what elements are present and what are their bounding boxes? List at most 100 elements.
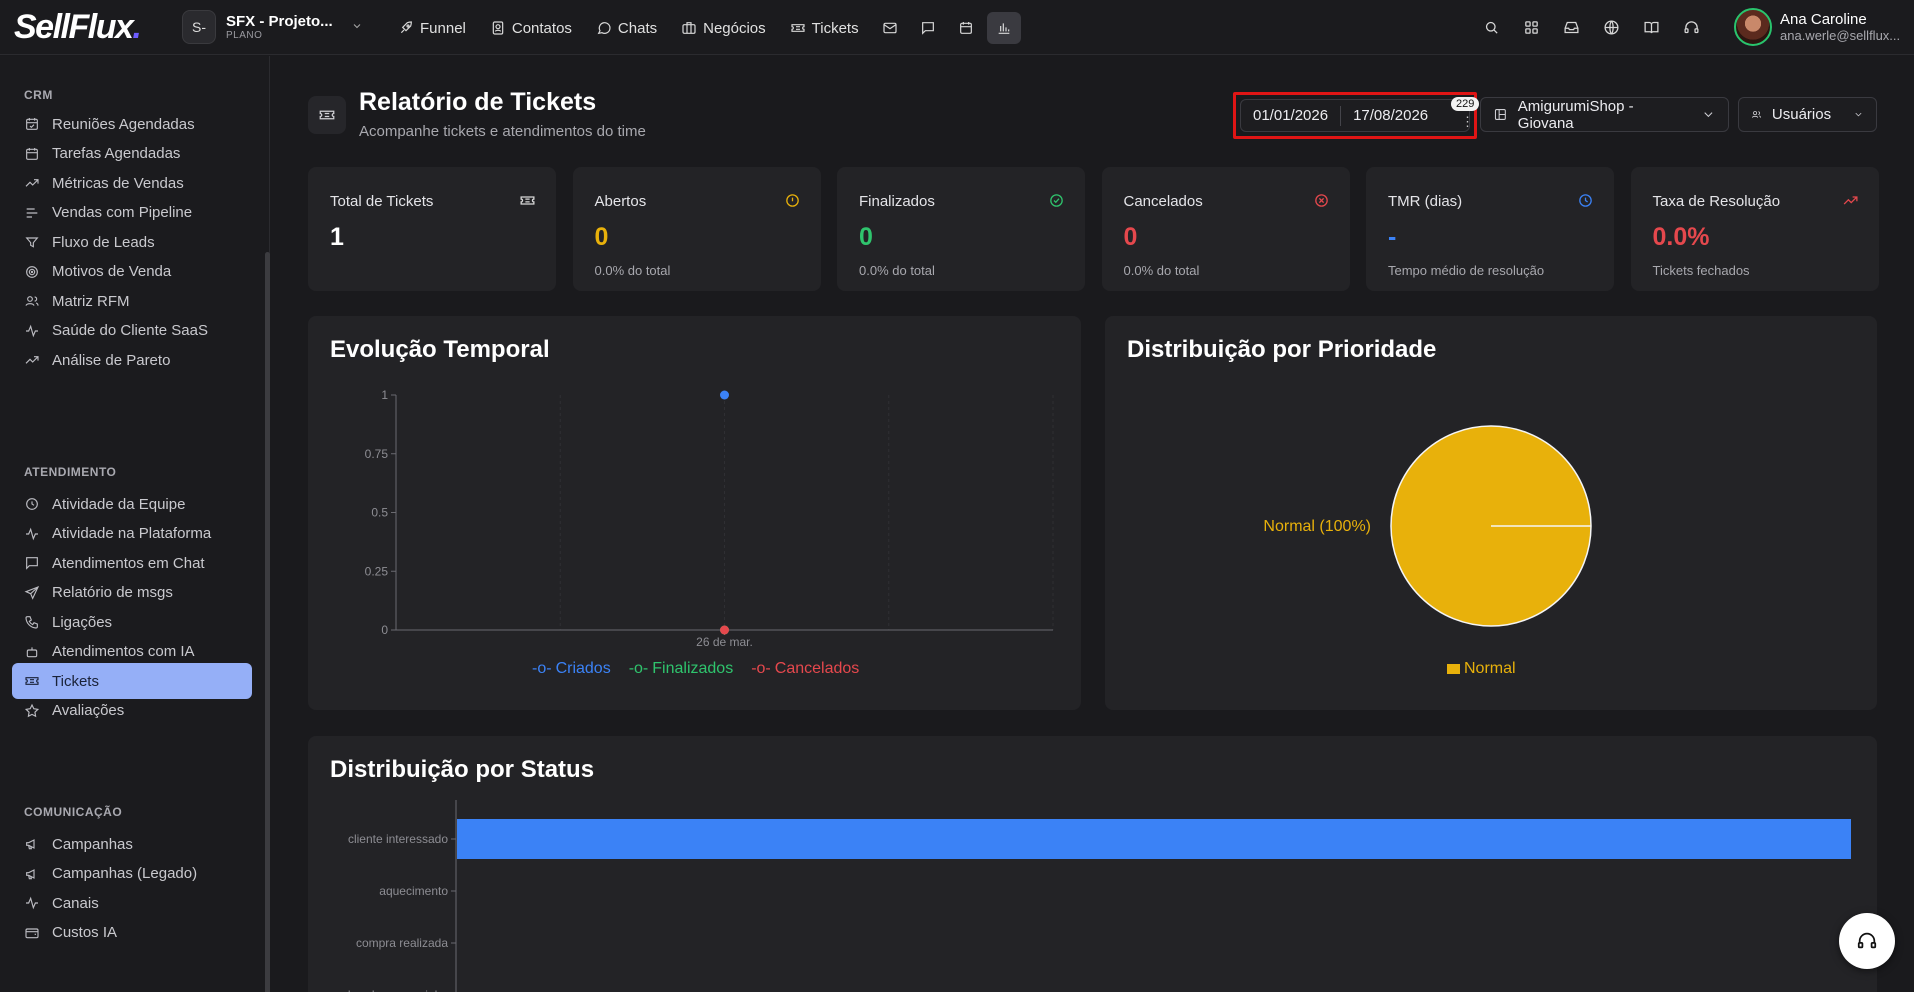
message-square-icon xyxy=(921,22,934,35)
category-label: abandonou carrinho xyxy=(341,988,448,992)
y-tick-label: 0.5 xyxy=(371,506,388,520)
star-icon xyxy=(24,703,40,717)
message-square-icon xyxy=(26,557,38,570)
activity-icon xyxy=(26,527,38,540)
ticket-icon xyxy=(319,110,335,120)
date-range-picker[interactable]: 01/01/2026 17/08/2026 229 ⋮ xyxy=(1240,97,1480,132)
bot-icon xyxy=(26,646,38,657)
stat-card-note: Tickets fechados xyxy=(1652,263,1750,278)
users-select-value: Usuários xyxy=(1771,106,1832,123)
sidebar-section-crm: CRM xyxy=(24,88,53,102)
sidebar-item-avaliacoes[interactable]: Avaliações xyxy=(12,693,252,729)
nav-email[interactable] xyxy=(873,12,907,44)
legend-finalizados[interactable]: -o- Finalizados xyxy=(629,660,734,678)
date-start[interactable]: 01/01/2026 xyxy=(1241,107,1340,124)
date-end[interactable]: 17/08/2026 xyxy=(1341,107,1440,124)
nav-negocios-label: Negócios xyxy=(703,19,766,37)
y-tick-label: 0 xyxy=(381,623,388,637)
top-bar: SellFlux. S- SFX - Projeto... PLANO Funn… xyxy=(0,0,1914,55)
evolution-legend: -o- Criados -o- Finalizados -o- Cancelados xyxy=(532,660,859,678)
nav-chats-label: Chats xyxy=(617,19,658,37)
nav-messages[interactable] xyxy=(911,12,945,44)
stat-card-abertos: Abertos 0 0.0% do total xyxy=(572,167,821,291)
ticket-icon xyxy=(25,677,39,685)
legend-cancelados-label: Cancelados xyxy=(774,660,860,677)
nav-calendar[interactable] xyxy=(949,12,983,44)
page-subtitle: Acompanhe tickets e atendimentos do time xyxy=(359,123,646,140)
briefcase-icon xyxy=(682,22,696,34)
status-panel: Distribuição por Status cliente interess… xyxy=(308,736,1877,992)
nav-funnel[interactable]: Funnel xyxy=(388,14,476,43)
y-tick-label: 0.25 xyxy=(365,564,389,578)
stat-card-value: 0.0% xyxy=(1652,223,1710,251)
category-label: compra realizada xyxy=(356,936,448,950)
x-circle-icon xyxy=(1313,192,1330,209)
inbox-button[interactable] xyxy=(1558,12,1584,42)
legend-cancelados[interactable]: -o- Cancelados xyxy=(751,660,859,678)
y-tick-label: 0.75 xyxy=(365,447,389,461)
pie-slice-label: Normal (100%) xyxy=(1263,518,1371,535)
sellflux-logo[interactable]: SellFlux. xyxy=(14,8,142,47)
phone-icon xyxy=(25,616,38,629)
page-icon xyxy=(308,96,346,134)
support-button[interactable] xyxy=(1678,12,1704,42)
nav-chats[interactable]: Chats xyxy=(586,14,667,43)
users-select[interactable]: Usuários xyxy=(1738,97,1877,132)
sidebar-item-label: Campanhas xyxy=(52,835,133,853)
sidebar-item-label: Tarefas Agendadas xyxy=(52,145,181,162)
chevron-down-icon xyxy=(1855,112,1862,117)
project-switcher[interactable]: S- SFX - Projeto... PLANO xyxy=(182,10,363,44)
series-point-criados[interactable] xyxy=(720,390,729,400)
docs-button[interactable] xyxy=(1638,12,1664,42)
legend-normal-label: Normal xyxy=(1464,660,1516,677)
sidebar-item-label: Saúde do Cliente SaaS xyxy=(52,322,208,339)
more-icon[interactable]: ⋮ xyxy=(1461,114,1474,130)
legend-normal-swatch xyxy=(1447,664,1460,674)
activity-icon xyxy=(26,896,38,910)
clock-icon xyxy=(26,498,38,510)
language-button[interactable] xyxy=(1598,12,1624,42)
nav-funnel-label: Funnel xyxy=(420,19,466,37)
nav-tickets-label: Tickets xyxy=(811,19,859,37)
nav-negocios[interactable]: Negócios xyxy=(671,14,776,43)
priority-panel: Distribuição por Prioridade Normal (100%… xyxy=(1105,316,1877,710)
legend-criados-label: Criados xyxy=(555,660,611,677)
nav-reports[interactable] xyxy=(986,12,1021,44)
user-name: Ana Caroline xyxy=(1780,11,1867,28)
account-select[interactable]: AmigurumiShop - Giovana xyxy=(1480,97,1729,132)
priority-legend: Normal xyxy=(1447,660,1516,678)
activity-icon xyxy=(26,324,38,337)
sidebar-item-label: Atividade da Equipe xyxy=(52,495,186,513)
sidebar-item-label: Custos IA xyxy=(52,924,118,941)
sidebar-item-label: Motivos de Venda xyxy=(52,263,172,280)
target-icon xyxy=(26,265,38,278)
sidebar-item-label: Avaliações xyxy=(52,702,125,719)
page-title: Relatório de Tickets xyxy=(359,88,597,116)
stat-card-note: 0.0% do total xyxy=(859,263,935,278)
stat-card-value: 0 xyxy=(594,223,609,251)
sidebar-item-analise-de-pareto[interactable]: Análise de Pareto xyxy=(12,342,252,378)
sidebar-item-label: Relatório de msgs xyxy=(52,584,173,601)
stat-card-tmr-dias: TMR (dias) - Tempo médio de resolução xyxy=(1366,167,1614,291)
apps-button[interactable] xyxy=(1518,12,1544,42)
series-point-cancelados[interactable] xyxy=(720,625,729,635)
floating-support-button[interactable] xyxy=(1839,913,1895,969)
stat-card-value: 0 xyxy=(1123,223,1138,251)
layout-icon xyxy=(1494,109,1506,120)
contact-book-icon xyxy=(492,21,504,35)
stat-card-label: Abertos xyxy=(594,193,647,210)
megaphone-icon xyxy=(26,839,35,850)
status-chart: cliente interessado aquecimento compra rea… xyxy=(341,800,1851,992)
main-nav: Funnel Contatos Chats Negócios Tickets xyxy=(388,12,1021,44)
sidebar-scrollbar[interactable] xyxy=(265,252,270,992)
legend-normal[interactable]: Normal xyxy=(1447,660,1516,678)
legend-criados[interactable]: -o- Criados xyxy=(532,660,611,678)
nav-contatos[interactable]: Contatos xyxy=(480,14,582,43)
status-bar-cliente-interessado[interactable] xyxy=(457,819,1851,859)
user-menu[interactable]: Ana Caroline ana.werle@sellflux... xyxy=(1734,8,1900,46)
sidebar-item-custos-ia[interactable]: Custos IA xyxy=(12,915,252,951)
calendar-icon xyxy=(26,147,38,160)
search-button[interactable] xyxy=(1478,12,1504,42)
nav-tickets[interactable]: Tickets xyxy=(780,14,869,43)
y-tick-label: 1 xyxy=(381,388,388,402)
